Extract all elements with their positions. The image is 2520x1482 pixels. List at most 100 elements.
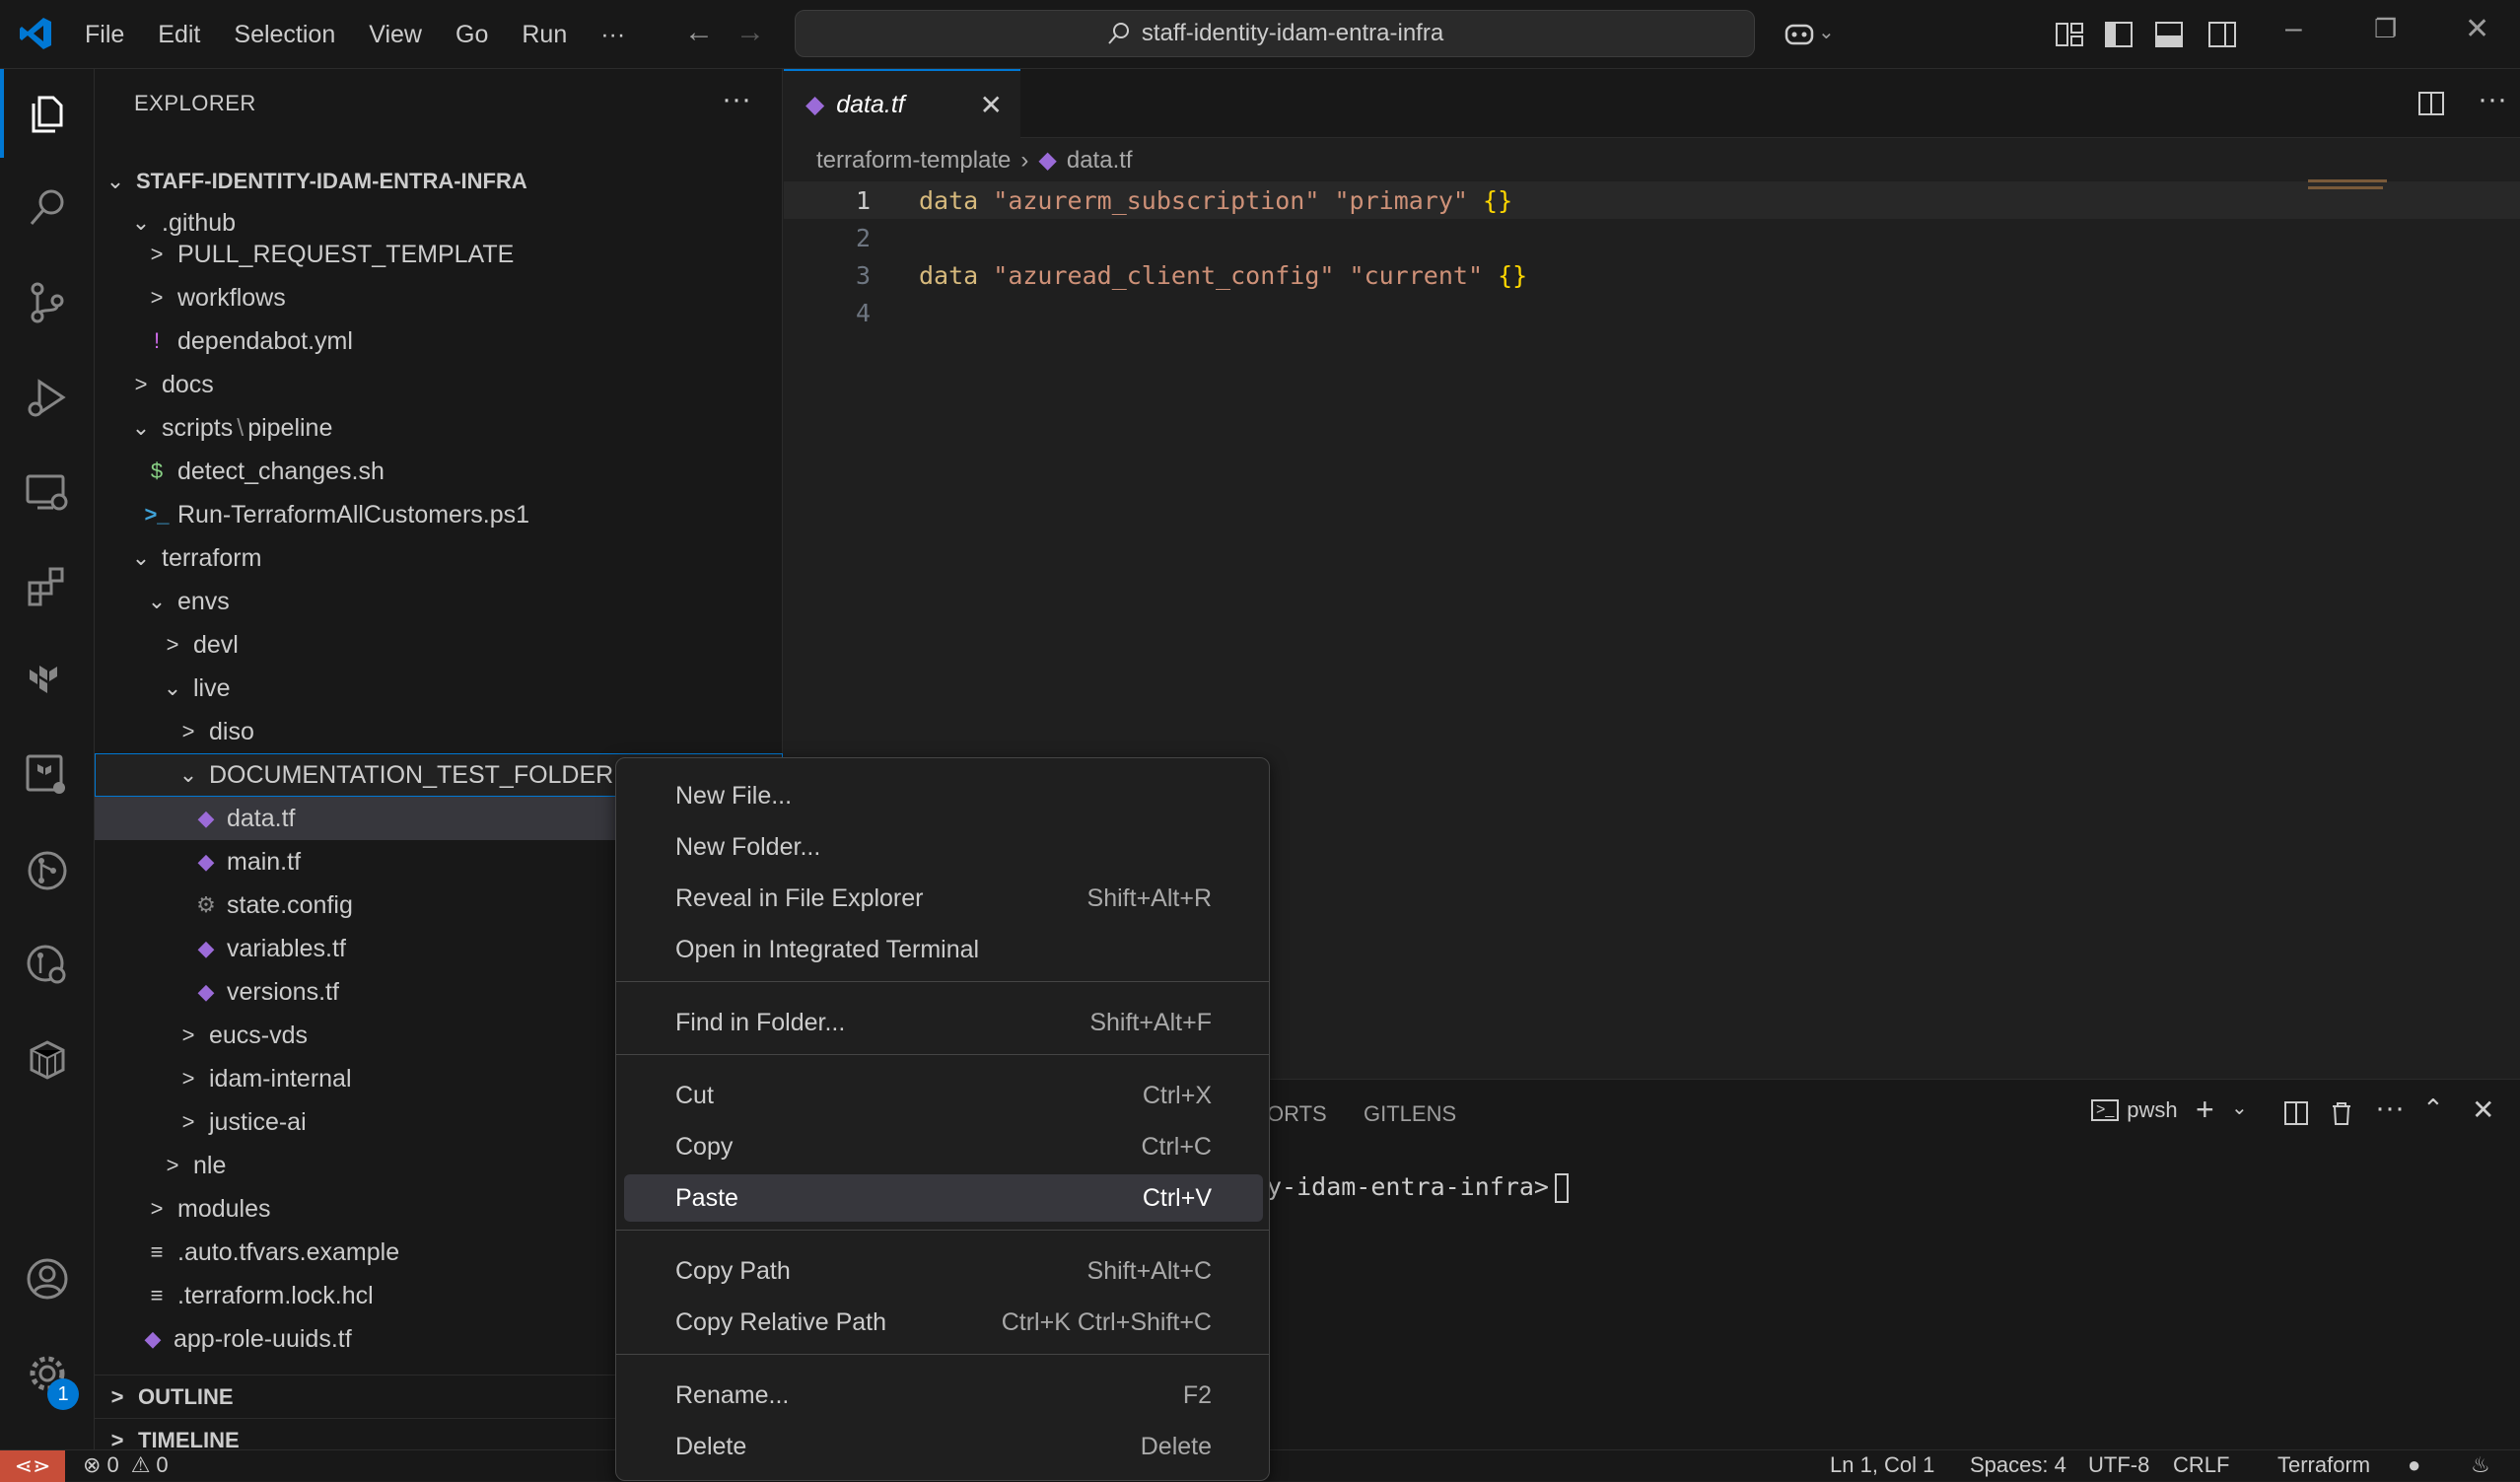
problems-indicator[interactable]: ⊗ 0 ⚠ 0 <box>83 1452 169 1478</box>
tree-folder[interactable]: > devl <box>95 623 783 667</box>
menu-copy-path[interactable]: Copy Path Shift+Alt+C <box>624 1247 1263 1295</box>
cursor-position[interactable]: Ln 1, Col 1 <box>1830 1452 1934 1478</box>
menu-rename[interactable]: Rename... F2 <box>624 1372 1263 1419</box>
chevron-down-icon[interactable]: ⌄ <box>2231 1095 2248 1120</box>
breadcrumb-file[interactable]: data.tf <box>1067 147 1133 175</box>
menu-run[interactable]: Run <box>522 21 567 49</box>
menu-cut[interactable]: Cut Ctrl+X <box>624 1072 1263 1119</box>
menu-separator <box>616 1054 1269 1055</box>
code-line[interactable]: 1 data "azurerm_subscription" "primary" … <box>784 181 2520 219</box>
tree-folder[interactable]: > docs <box>95 363 783 406</box>
terminal-output[interactable]: y-idam-entra-infra> <box>1267 1172 1569 1203</box>
explorer-icon[interactable] <box>0 69 95 158</box>
manage-gear-icon[interactable]: 1 <box>0 1329 95 1418</box>
editor-more-actions-icon[interactable]: ··· <box>2478 83 2507 116</box>
menu-new-folder[interactable]: New Folder... <box>624 823 1263 871</box>
menu-copy[interactable]: Copy Ctrl+C <box>624 1123 1263 1170</box>
chevron-right-icon: > <box>150 242 164 266</box>
remote-explorer-icon[interactable] <box>0 448 95 536</box>
context-menu: New File... New Folder... Reveal in File… <box>615 757 1270 1481</box>
terraform-file-icon: ◆ <box>805 91 825 118</box>
close-window-icon[interactable]: ✕ <box>2465 12 2489 46</box>
workspace-root[interactable]: ⌄ STAFF-IDENTITY-IDAM-ENTRA-INFRA <box>95 160 783 203</box>
menu-separator <box>616 1230 1269 1231</box>
tree-folder[interactable]: ⌄ terraform <box>95 536 783 580</box>
terminal-icon: >_ <box>2091 1099 2120 1121</box>
copilot-status-icon[interactable]: ● <box>2408 1452 2420 1478</box>
toggle-panel-icon[interactable] <box>2152 18 2186 51</box>
notification-badge: 1 <box>47 1378 79 1410</box>
split-editor-icon[interactable] <box>2416 89 2446 118</box>
line-number: 4 <box>855 298 871 327</box>
menu-open-in-terminal[interactable]: Open in Integrated Terminal <box>624 926 1263 973</box>
encoding[interactable]: UTF-8 <box>2088 1452 2149 1478</box>
code-line[interactable]: 2 <box>784 219 2520 256</box>
new-terminal-icon[interactable]: + <box>2196 1092 2214 1128</box>
chevron-down-icon[interactable]: ⌄ <box>1818 20 1835 44</box>
tab-data-tf[interactable]: ◆ data.tf ✕ <box>784 69 1020 138</box>
toggle-secondary-sidebar-icon[interactable] <box>2205 18 2239 51</box>
restore-icon[interactable]: ❐ <box>2374 14 2397 44</box>
tab-ports[interactable]: ORTS <box>1267 1101 1327 1127</box>
remote-indicator-icon[interactable]: ⋖⋗ <box>0 1450 65 1482</box>
run-debug-icon[interactable] <box>0 353 95 442</box>
breadcrumb-folder[interactable]: terraform-template <box>816 147 1011 175</box>
panel-more-actions-icon[interactable]: ··· <box>2375 1092 2405 1125</box>
code-text: data "azurerm_subscription" "primary" {} <box>919 185 1513 215</box>
close-tab-icon[interactable]: ✕ <box>980 89 1003 121</box>
containers-icon[interactable] <box>0 1016 95 1104</box>
menu-delete[interactable]: Delete Delete <box>624 1423 1263 1470</box>
menu-go[interactable]: Go <box>455 21 488 49</box>
menu-paste[interactable]: Paste Ctrl+V <box>624 1174 1263 1222</box>
tree-folder[interactable]: ⌄ live <box>95 667 783 710</box>
terminal-shell-selector[interactable]: >_ pwsh <box>2091 1097 2178 1123</box>
extensions-icon[interactable] <box>0 542 95 631</box>
indentation[interactable]: Spaces: 4 <box>1970 1452 2066 1478</box>
forward-arrow-icon[interactable]: → <box>735 16 765 49</box>
menu-selection[interactable]: Selection <box>234 21 335 49</box>
menu-find-in-folder[interactable]: Find in Folder... Shift+Alt+F <box>624 999 1263 1046</box>
terraform-icon[interactable] <box>0 637 95 726</box>
tree-file[interactable]: $ detect_changes.sh <box>95 450 783 493</box>
tree-folder[interactable]: > diso <box>95 710 783 753</box>
command-center[interactable]: staff-identity-idam-entra-infra <box>795 10 1755 57</box>
search-icon[interactable] <box>0 164 95 252</box>
tree-file[interactable]: ! dependabot.yml <box>95 319 783 363</box>
split-terminal-icon[interactable] <box>2282 1099 2310 1127</box>
menu-more[interactable]: ··· <box>600 21 625 49</box>
customize-layout-icon[interactable] <box>2053 18 2086 51</box>
tree-folder[interactable]: ⌄ scripts \ pipeline <box>95 406 783 450</box>
end-of-line[interactable]: CRLF <box>2173 1452 2229 1478</box>
trash-icon[interactable] <box>2328 1099 2355 1127</box>
notifications-bell-icon[interactable]: ♨ <box>2471 1452 2490 1478</box>
maximize-panel-icon[interactable]: ⌃ <box>2422 1094 2444 1124</box>
menu-edit[interactable]: Edit <box>158 21 200 49</box>
explorer-more-actions-icon[interactable]: ··· <box>722 83 751 116</box>
close-panel-icon[interactable]: ✕ <box>2472 1094 2494 1126</box>
accounts-icon[interactable] <box>0 1235 95 1323</box>
code-line[interactable]: 3 data "azuread_client_config" "current"… <box>784 256 2520 294</box>
tree-folder[interactable]: > PULL_REQUEST_TEMPLATE <box>95 233 783 276</box>
source-control-icon[interactable] <box>0 258 95 347</box>
language-mode[interactable]: Terraform <box>2277 1452 2370 1478</box>
menu-new-file[interactable]: New File... <box>624 772 1263 819</box>
back-arrow-icon[interactable]: ← <box>684 16 714 49</box>
tab-gitlens[interactable]: GITLENS <box>1364 1101 1456 1127</box>
menu-copy-relative-path[interactable]: Copy Relative Path Ctrl+K Ctrl+Shift+C <box>624 1299 1263 1346</box>
code-line[interactable]: 4 <box>784 294 2520 331</box>
toggle-sidebar-icon[interactable] <box>2102 18 2135 51</box>
tree-folder[interactable]: ⌄ envs <box>95 580 783 623</box>
tree-folder[interactable]: > workflows <box>95 276 783 319</box>
chevron-down-icon: ⌄ <box>131 415 151 440</box>
menu-view[interactable]: View <box>369 21 422 49</box>
terraform-cloud-icon[interactable] <box>0 732 95 820</box>
gitlens-inspect-icon[interactable] <box>0 921 95 1010</box>
minimap[interactable] <box>2308 179 2416 193</box>
minimize-icon[interactable]: – <box>2285 12 2302 45</box>
tree-file[interactable]: >_ Run-TerraformAllCustomers.ps1 <box>95 493 783 536</box>
powershell-file-icon: >_ <box>144 502 170 527</box>
menu-reveal-in-explorer[interactable]: Reveal in File Explorer Shift+Alt+R <box>624 875 1263 922</box>
copilot-icon[interactable] <box>1783 18 1816 51</box>
gitlens-icon[interactable] <box>0 826 95 915</box>
menu-file[interactable]: File <box>85 21 124 49</box>
